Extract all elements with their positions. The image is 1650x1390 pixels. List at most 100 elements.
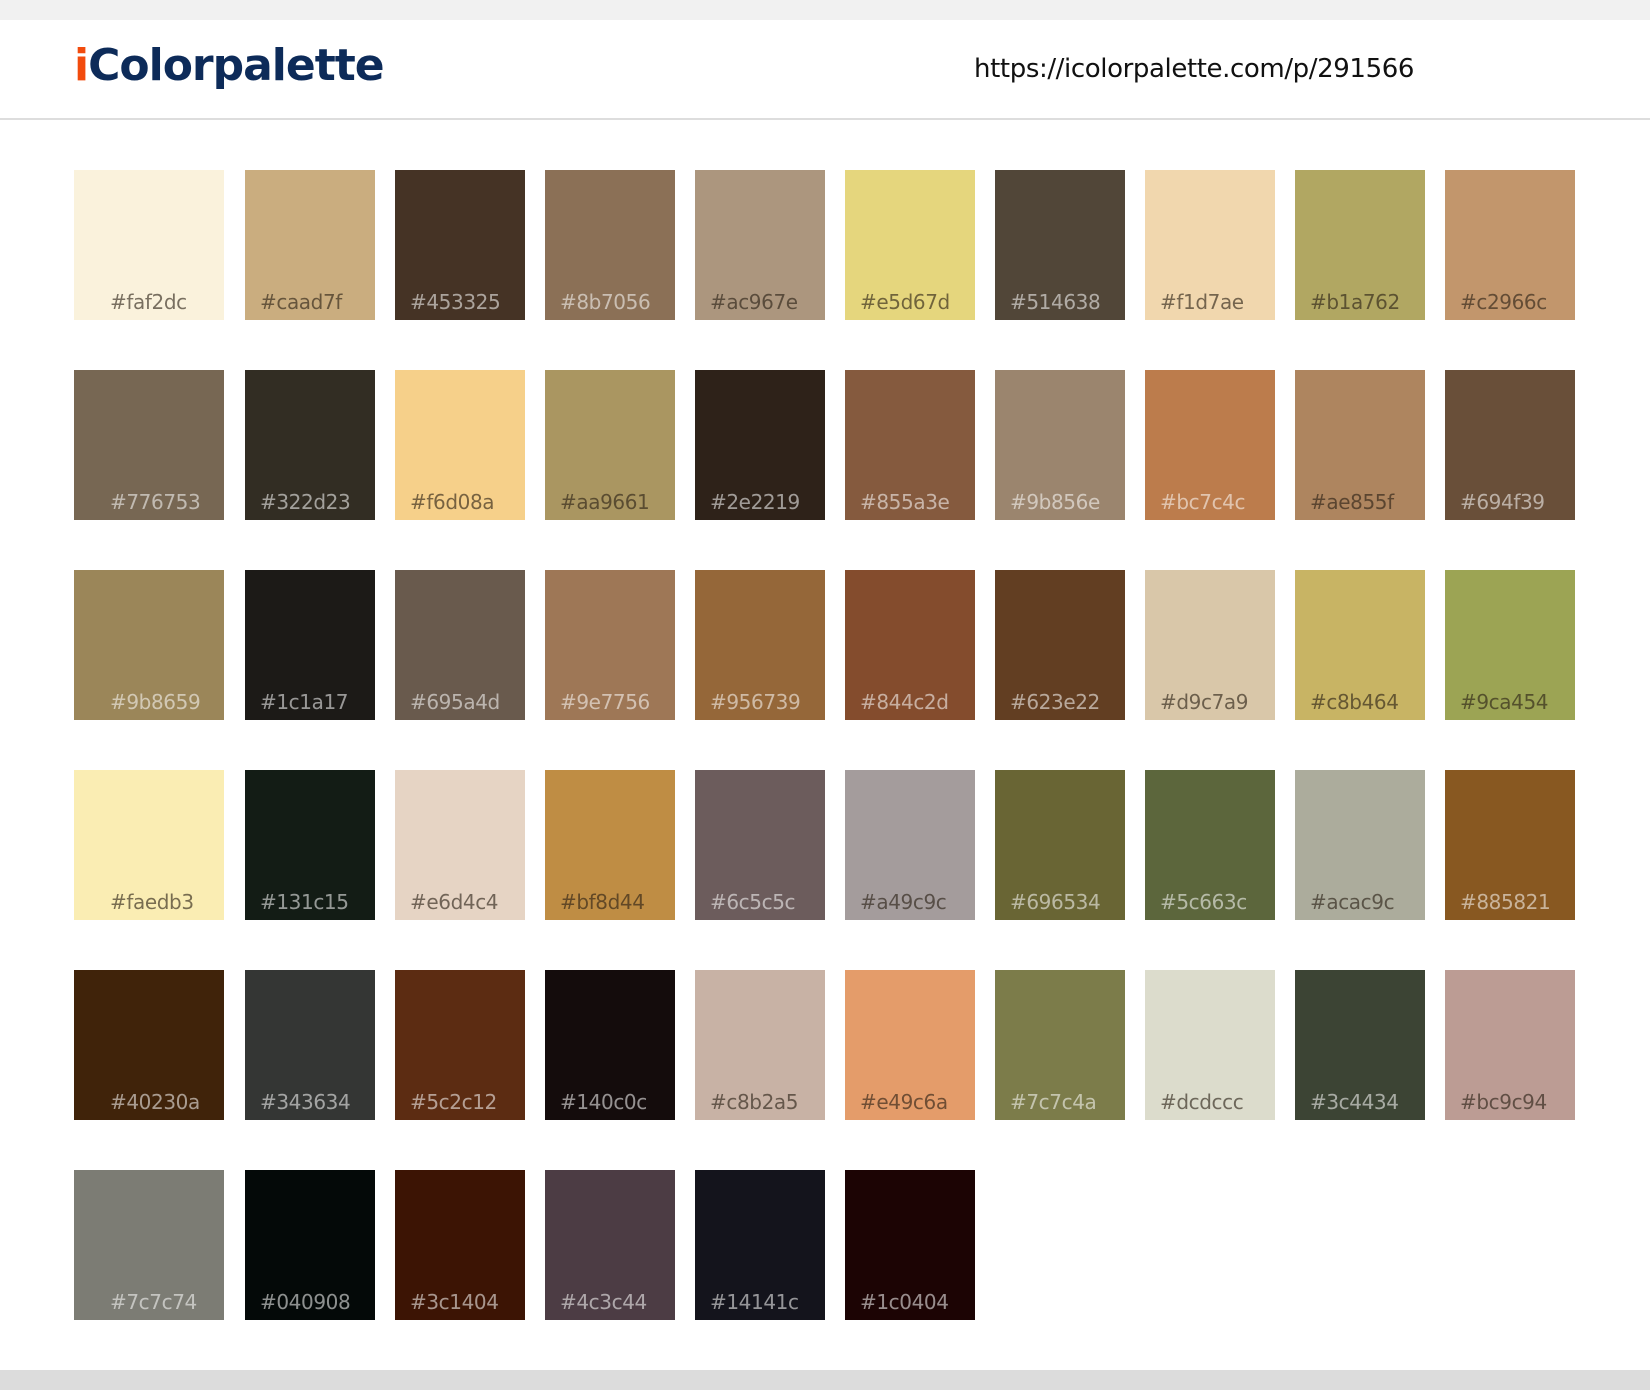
color-swatch[interactable]: #40230a [74,970,224,1120]
swatch-hex-label: #f6d08a [410,490,495,514]
color-swatch[interactable]: #694f39 [1445,370,1575,520]
color-swatch[interactable]: #776753 [74,370,224,520]
color-swatch[interactable]: #ac967e [695,170,825,320]
swatch-hex-label: #bc9c94 [1460,1090,1547,1114]
swatch-hex-label: #e5d67d [860,290,950,314]
color-swatch[interactable]: #5c2c12 [395,970,525,1120]
color-swatch[interactable]: #bf8d44 [545,770,675,920]
color-swatch[interactable]: #e5d67d [845,170,975,320]
swatch-hex-label: #9e7756 [560,690,650,714]
color-swatch[interactable]: #dcdccc [1145,970,1275,1120]
swatch-hex-label: #faf2dc [110,290,187,314]
color-swatch[interactable]: #f1d7ae [1145,170,1275,320]
color-swatch[interactable]: #040908 [245,1170,375,1320]
swatch-hex-label: #c8b464 [1310,690,1399,714]
color-swatch[interactable]: #ae855f [1295,370,1425,520]
color-swatch[interactable]: #1c1a17 [245,570,375,720]
swatch-hex-label: #b1a762 [1310,290,1400,314]
swatch-hex-label: #9b856e [1010,490,1100,514]
color-swatch[interactable]: #aa9661 [545,370,675,520]
color-swatch[interactable]: #322d23 [245,370,375,520]
color-swatch[interactable]: #acac9c [1295,770,1425,920]
swatch-hex-label: #5c2c12 [410,1090,497,1114]
swatch-hex-label: #dcdccc [1160,1090,1244,1114]
color-swatch[interactable]: #d9c7a9 [1145,570,1275,720]
color-swatch[interactable]: #696534 [995,770,1125,920]
swatch-hex-label: #faedb3 [110,890,194,914]
color-swatch[interactable]: #e49c6a [845,970,975,1120]
color-swatch[interactable]: #faf2dc [74,170,224,320]
swatch-hex-label: #3c4434 [1310,1090,1399,1114]
color-swatch[interactable]: #c8b2a5 [695,970,825,1120]
color-swatch[interactable]: #7c7c74 [74,1170,224,1320]
color-swatch[interactable]: #6c5c5c [695,770,825,920]
swatch-hex-label: #4c3c44 [560,1290,647,1314]
color-swatch[interactable]: #4c3c44 [545,1170,675,1320]
color-swatch[interactable]: #9b856e [995,370,1125,520]
color-swatch[interactable]: #8b7056 [545,170,675,320]
swatch-hex-label: #694f39 [1460,490,1545,514]
color-swatch[interactable]: #5c663c [1145,770,1275,920]
color-swatch[interactable]: #b1a762 [1295,170,1425,320]
color-swatch[interactable]: #bc7c4c [1145,370,1275,520]
color-swatch[interactable]: #14141c [695,1170,825,1320]
color-swatch[interactable]: #695a4d [395,570,525,720]
color-swatch[interactable]: #caad7f [245,170,375,320]
palette-card: iColorpalette https://icolorpalette.com/… [0,20,1650,1370]
swatch-hex-label: #322d23 [260,490,351,514]
color-swatch[interactable]: #e6d4c4 [395,770,525,920]
swatch-hex-label: #a49c9c [860,890,947,914]
swatch-hex-label: #ac967e [710,290,798,314]
swatch-hex-label: #5c663c [1160,890,1247,914]
color-swatch[interactable]: #9e7756 [545,570,675,720]
color-swatch[interactable]: #956739 [695,570,825,720]
swatch-hex-label: #caad7f [260,290,342,314]
swatch-hex-label: #e6d4c4 [410,890,499,914]
color-swatch[interactable]: #131c15 [245,770,375,920]
swatch-hex-label: #7c7c74 [110,1290,197,1314]
swatch-hex-label: #885821 [1460,890,1551,914]
swatch-hex-label: #ae855f [1310,490,1394,514]
swatch-hex-label: #7c7c4a [1010,1090,1097,1114]
color-swatch[interactable]: #453325 [395,170,525,320]
swatch-hex-label: #1c1a17 [260,690,349,714]
color-swatch[interactable]: #343634 [245,970,375,1120]
swatch-hex-label: #140c0c [560,1090,647,1114]
color-swatch[interactable]: #a49c9c [845,770,975,920]
swatch-hex-label: #131c15 [260,890,349,914]
color-swatch[interactable]: #9b8659 [74,570,224,720]
swatch-hex-label: #514638 [1010,290,1101,314]
swatch-hex-label: #3c1404 [410,1290,499,1314]
color-swatch[interactable]: #885821 [1445,770,1575,920]
color-swatch[interactable]: #2e2219 [695,370,825,520]
swatch-hex-label: #453325 [410,290,501,314]
swatch-hex-label: #2e2219 [710,490,800,514]
color-swatch[interactable]: #bc9c94 [1445,970,1575,1120]
color-swatch[interactable]: #faedb3 [74,770,224,920]
swatch-hex-label: #40230a [110,1090,200,1114]
color-swatch[interactable]: #3c1404 [395,1170,525,1320]
swatch-hex-label: #776753 [110,490,201,514]
color-swatch[interactable]: #c2966c [1445,170,1575,320]
color-swatch[interactable]: #140c0c [545,970,675,1120]
color-swatch[interactable]: #855a3e [845,370,975,520]
swatch-hex-label: #f1d7ae [1160,290,1244,314]
color-swatch[interactable]: #514638 [995,170,1125,320]
swatch-hex-label: #acac9c [1310,890,1395,914]
color-swatch[interactable]: #9ca454 [1445,570,1575,720]
swatch-hex-label: #040908 [260,1290,351,1314]
color-swatch[interactable]: #844c2d [845,570,975,720]
color-swatch[interactable]: #623e22 [995,570,1125,720]
swatch-hex-label: #d9c7a9 [1160,690,1249,714]
color-swatch[interactable]: #c8b464 [1295,570,1425,720]
swatch-hex-label: #c2966c [1460,290,1547,314]
color-swatch[interactable]: #f6d08a [395,370,525,520]
swatch-hex-label: #696534 [1010,890,1101,914]
swatch-hex-label: #6c5c5c [710,890,796,914]
color-swatch[interactable]: #1c0404 [845,1170,975,1320]
color-swatch[interactable]: #3c4434 [1295,970,1425,1120]
color-swatch[interactable]: #7c7c4a [995,970,1125,1120]
swatch-hex-label: #bc7c4c [1160,490,1246,514]
swatch-hex-label: #aa9661 [560,490,650,514]
swatch-hex-label: #9ca454 [1460,690,1549,714]
